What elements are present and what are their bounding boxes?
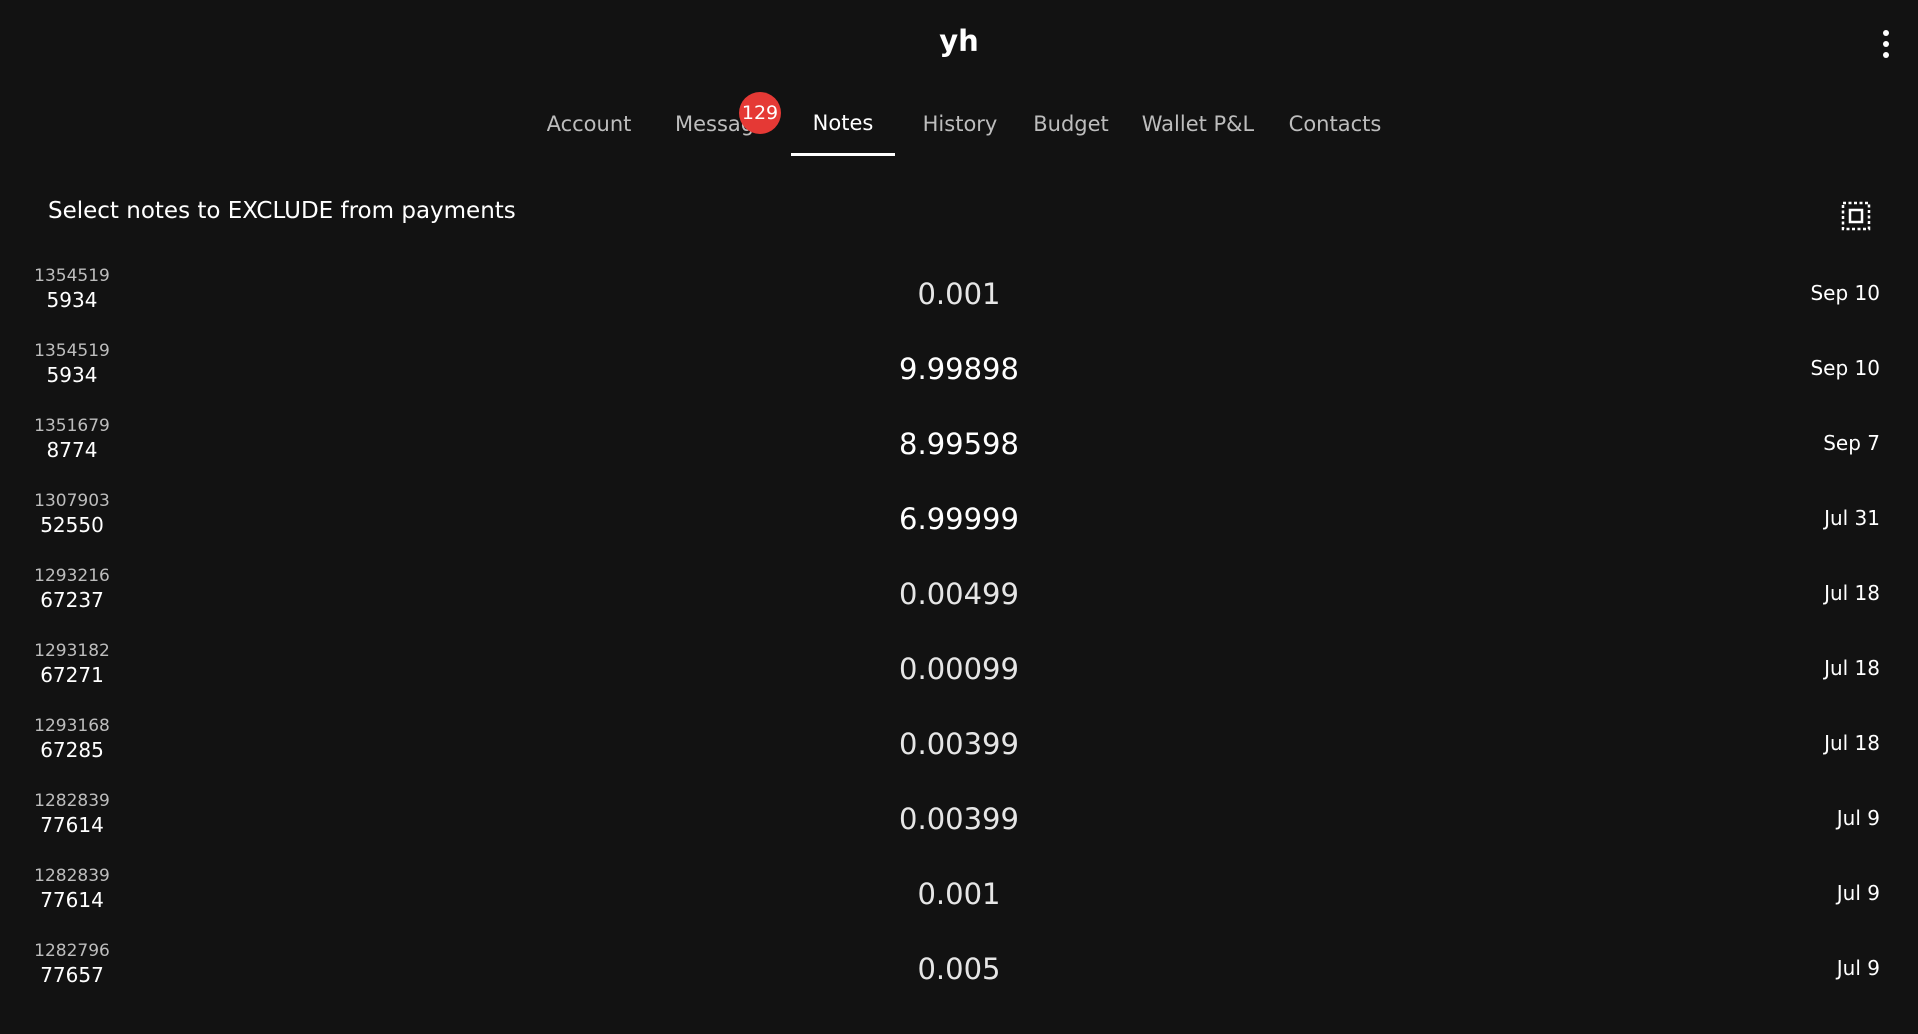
note-date: Jul 18 <box>1824 731 1880 755</box>
tab-label: History <box>922 112 998 136</box>
tab-label: Notes <box>812 110 874 135</box>
note-date: Jul 18 <box>1824 581 1880 605</box>
note-amount: 0.001 <box>917 277 1001 311</box>
note-amount: 0.001 <box>917 877 1001 911</box>
note-row[interactable]: 1282839 77614 0.001 Jul 9 <box>0 858 1918 933</box>
note-date: Jul 18 <box>1824 656 1880 680</box>
note-amount: 0.00099 <box>899 652 1019 686</box>
tab-label: Account <box>546 112 632 136</box>
tab-bar: Account Messag 129 Notes History Budget … <box>0 92 1918 156</box>
note-amount: 6.99999 <box>899 502 1019 536</box>
note-date: Jul 31 <box>1824 506 1880 530</box>
tab-notes[interactable]: Notes <box>791 92 895 156</box>
note-amount: 0.00499 <box>899 577 1019 611</box>
note-date: Jul 9 <box>1836 806 1880 830</box>
note-row[interactable]: 1293216 67237 0.00499 Jul 18 <box>0 558 1918 633</box>
note-date: Jul 9 <box>1836 956 1880 980</box>
tab-budget[interactable]: Budget <box>1027 92 1115 156</box>
select-all-icon[interactable] <box>1840 200 1872 232</box>
note-date: Sep 10 <box>1810 356 1880 380</box>
note-row[interactable]: 1282796 77657 0.005 Jul 9 <box>0 933 1918 1008</box>
tab-account[interactable]: Account <box>541 92 637 156</box>
note-amount: 0.00399 <box>899 802 1019 836</box>
app-title: yh <box>939 24 979 58</box>
note-row[interactable]: 1354519 5934 9.99898 Sep 10 <box>0 333 1918 408</box>
note-date: Sep 7 <box>1823 431 1880 455</box>
note-date: Jul 9 <box>1836 881 1880 905</box>
tab-label: Budget <box>1033 112 1109 136</box>
tab-label: Wallet P&L <box>1141 112 1255 136</box>
note-row[interactable]: 1351679 8774 8.99598 Sep 7 <box>0 408 1918 483</box>
tab-contacts[interactable]: Contacts <box>1283 92 1387 156</box>
note-amount: 9.99898 <box>899 352 1019 386</box>
note-row[interactable]: 1293182 67271 0.00099 Jul 18 <box>0 633 1918 708</box>
unread-count-badge: 129 <box>739 92 781 134</box>
select-all-icon-svg <box>1841 201 1871 231</box>
menu-dot <box>1883 30 1889 36</box>
tab-messages[interactable]: Messag 129 <box>675 92 781 156</box>
note-row[interactable]: 1354519 5934 0.001 Sep 10 <box>0 258 1918 333</box>
note-date: Sep 10 <box>1810 281 1880 305</box>
notes-list: 1354519 5934 0.001 Sep 10 1354519 5934 9… <box>0 258 1918 1008</box>
tab-history[interactable]: History <box>915 92 1005 156</box>
tab-wallet-pnl[interactable]: Wallet P&L <box>1137 92 1259 156</box>
more-vert-icon[interactable] <box>1874 26 1898 62</box>
note-amount: 0.005 <box>917 952 1001 986</box>
note-row[interactable]: 1307903 52550 6.99999 Jul 31 <box>0 483 1918 558</box>
tab-label: Contacts <box>1288 112 1382 136</box>
menu-dot <box>1883 52 1889 58</box>
menu-dot <box>1883 41 1889 47</box>
note-row[interactable]: 1282839 77614 0.00399 Jul 9 <box>0 783 1918 858</box>
note-amount: 8.99598 <box>899 427 1019 461</box>
note-amount: 0.00399 <box>899 727 1019 761</box>
note-row[interactable]: 1293168 67285 0.00399 Jul 18 <box>0 708 1918 783</box>
notes-instruction: Select notes to EXCLUDE from payments <box>48 198 516 224</box>
